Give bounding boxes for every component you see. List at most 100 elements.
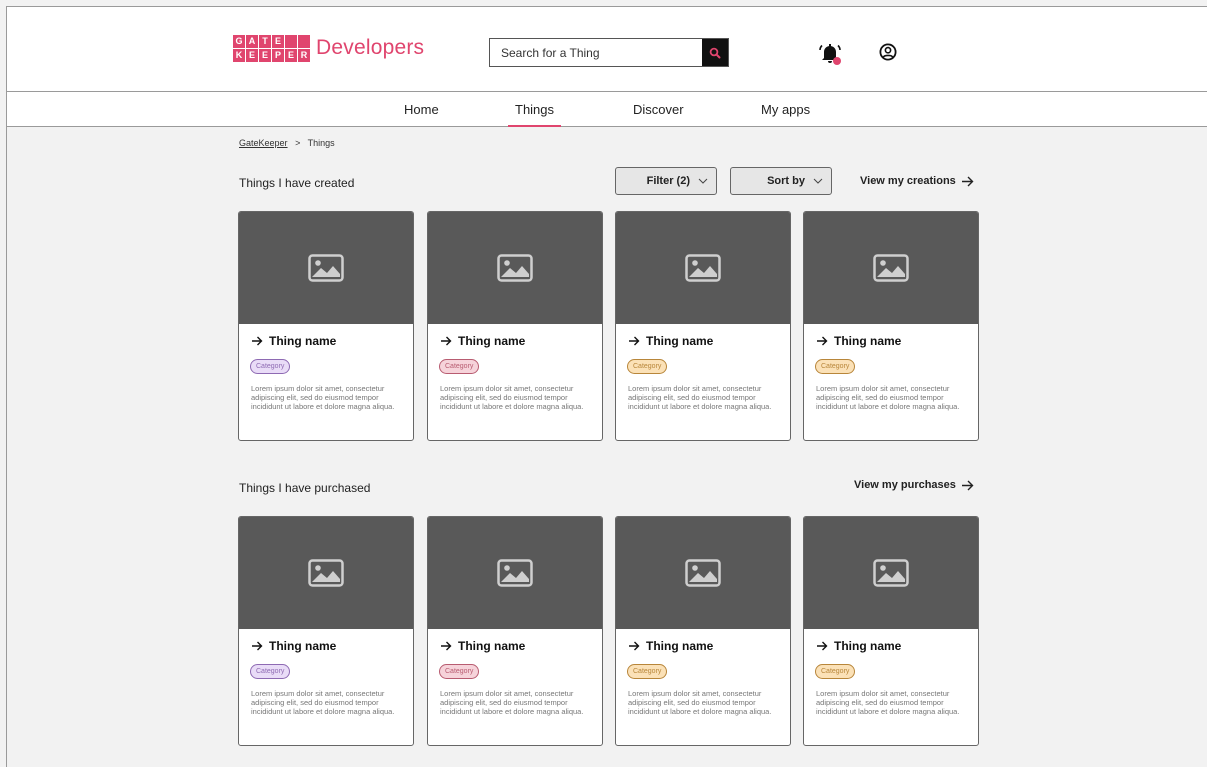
user-circle-icon xyxy=(879,43,897,61)
thing-name-link[interactable]: Thing name xyxy=(251,334,336,348)
category-badge: Category xyxy=(627,359,668,374)
thing-name: Thing name xyxy=(269,334,337,348)
thing-image-placeholder xyxy=(239,517,413,629)
view-purchases-label: View my purchases xyxy=(854,479,956,491)
arrow-right-icon xyxy=(629,336,640,346)
thing-description: Lorem ipsum dolor sit amet, consectetur … xyxy=(816,384,960,411)
logo-letter: E xyxy=(272,34,284,48)
chevron-down-icon xyxy=(698,178,708,184)
thing-name: Thing name xyxy=(458,334,526,348)
breadcrumb-separator: > xyxy=(295,138,301,148)
logo-letter: E xyxy=(285,48,297,62)
arrow-right-icon xyxy=(441,641,452,651)
thing-card[interactable]: Thing name Category Lorem ipsum dolor si… xyxy=(803,211,979,441)
thing-name: Thing name xyxy=(269,639,337,653)
sort-label: Sort by xyxy=(767,175,805,187)
logo-letter: E xyxy=(246,48,258,62)
thing-card[interactable]: Thing name Category Lorem ipsum dolor si… xyxy=(238,516,414,746)
thing-description: Lorem ipsum dolor sit amet, consectetur … xyxy=(251,689,395,716)
main-nav: Home Things Discover My apps xyxy=(7,92,1207,127)
nav-my-apps[interactable]: My apps xyxy=(761,102,810,117)
user-menu-button[interactable] xyxy=(879,43,897,61)
view-my-creations-link[interactable]: View my creations xyxy=(860,175,974,187)
nav-discover[interactable]: Discover xyxy=(633,102,684,117)
thing-image-placeholder xyxy=(239,212,413,324)
thing-image-placeholder xyxy=(616,517,790,629)
thing-name-link[interactable]: Thing name xyxy=(440,334,525,348)
arrow-right-icon xyxy=(629,641,640,651)
thing-name-link[interactable]: Thing name xyxy=(816,639,901,653)
thing-card[interactable]: Thing name Category Lorem ipsum dolor si… xyxy=(803,516,979,746)
logo-letter: R xyxy=(298,48,310,62)
thing-card[interactable]: Thing name Category Lorem ipsum dolor si… xyxy=(615,211,791,441)
image-icon xyxy=(873,559,909,587)
chevron-down-icon xyxy=(813,178,823,184)
logo-mark: G A T E K E E P E R xyxy=(233,34,310,62)
sort-dropdown[interactable]: Sort by xyxy=(730,167,832,195)
image-icon xyxy=(685,254,721,282)
brand-name: Developers xyxy=(316,36,425,59)
thing-name: Thing name xyxy=(646,334,714,348)
search-button[interactable] xyxy=(702,39,728,66)
thing-description: Lorem ipsum dolor sit amet, consectetur … xyxy=(440,689,584,716)
thing-description: Lorem ipsum dolor sit amet, consectetur … xyxy=(440,384,584,411)
thing-name-link[interactable]: Thing name xyxy=(816,334,901,348)
logo-letter: E xyxy=(259,48,271,62)
thing-image-placeholder xyxy=(804,212,978,324)
arrow-right-icon xyxy=(961,480,974,490)
thing-name-link[interactable]: Thing name xyxy=(440,639,525,653)
thing-name-link[interactable]: Thing name xyxy=(251,639,336,653)
thing-name: Thing name xyxy=(834,334,902,348)
arrow-right-icon xyxy=(817,336,828,346)
nav-things[interactable]: Things xyxy=(507,102,562,127)
arrow-right-icon xyxy=(961,176,974,186)
thing-image-placeholder xyxy=(804,517,978,629)
category-badge: Category xyxy=(627,664,668,679)
arrow-right-icon xyxy=(441,336,452,346)
image-icon xyxy=(308,254,344,282)
thing-description: Lorem ipsum dolor sit amet, consectetur … xyxy=(628,384,772,411)
thing-name: Thing name xyxy=(458,639,526,653)
breadcrumb-root[interactable]: GateKeeper xyxy=(239,138,288,148)
search-bar xyxy=(489,38,729,67)
category-badge: Category xyxy=(250,664,291,679)
filter-label: Filter (2) xyxy=(646,175,690,187)
logo-letter: G xyxy=(233,34,245,48)
logo[interactable]: G A T E K E E P E R Developers xyxy=(233,33,424,63)
purchased-section-title: Things I have purchased xyxy=(239,481,371,495)
category-badge: Category xyxy=(250,359,291,374)
logo-letter: P xyxy=(272,48,284,62)
thing-card[interactable]: Thing name Category Lorem ipsum dolor si… xyxy=(427,516,603,746)
thing-card[interactable]: Thing name Category Lorem ipsum dolor si… xyxy=(427,211,603,441)
arrow-right-icon xyxy=(817,641,828,651)
arrow-right-icon xyxy=(252,336,263,346)
logo-letter: A xyxy=(246,34,258,48)
category-badge: Category xyxy=(439,664,480,679)
thing-image-placeholder xyxy=(428,517,602,629)
logo-letter: K xyxy=(233,48,245,62)
nav-home[interactable]: Home xyxy=(404,102,439,117)
thing-image-placeholder xyxy=(428,212,602,324)
image-icon xyxy=(497,254,533,282)
thing-description: Lorem ipsum dolor sit amet, consectetur … xyxy=(816,689,960,716)
thing-name-link[interactable]: Thing name xyxy=(628,639,713,653)
thing-card[interactable]: Thing name Category Lorem ipsum dolor si… xyxy=(615,516,791,746)
category-badge: Category xyxy=(815,664,856,679)
filter-dropdown[interactable]: Filter (2) xyxy=(615,167,717,195)
header: G A T E K E E P E R Developers xyxy=(7,7,1207,92)
search-input[interactable] xyxy=(490,39,702,66)
view-creations-label: View my creations xyxy=(860,175,956,187)
image-icon xyxy=(685,559,721,587)
logo-block xyxy=(298,34,310,48)
thing-name: Thing name xyxy=(834,639,902,653)
view-my-purchases-link[interactable]: View my purchases xyxy=(854,479,974,491)
thing-name-link[interactable]: Thing name xyxy=(628,334,713,348)
breadcrumb: GateKeeper > Things xyxy=(239,138,335,148)
breadcrumb-current: Things xyxy=(307,138,335,148)
search-icon xyxy=(709,47,721,58)
image-icon xyxy=(873,254,909,282)
notifications-button[interactable] xyxy=(817,41,843,67)
thing-card[interactable]: Thing name Category Lorem ipsum dolor si… xyxy=(238,211,414,441)
category-badge: Category xyxy=(815,359,856,374)
thing-description: Lorem ipsum dolor sit amet, consectetur … xyxy=(251,384,395,411)
